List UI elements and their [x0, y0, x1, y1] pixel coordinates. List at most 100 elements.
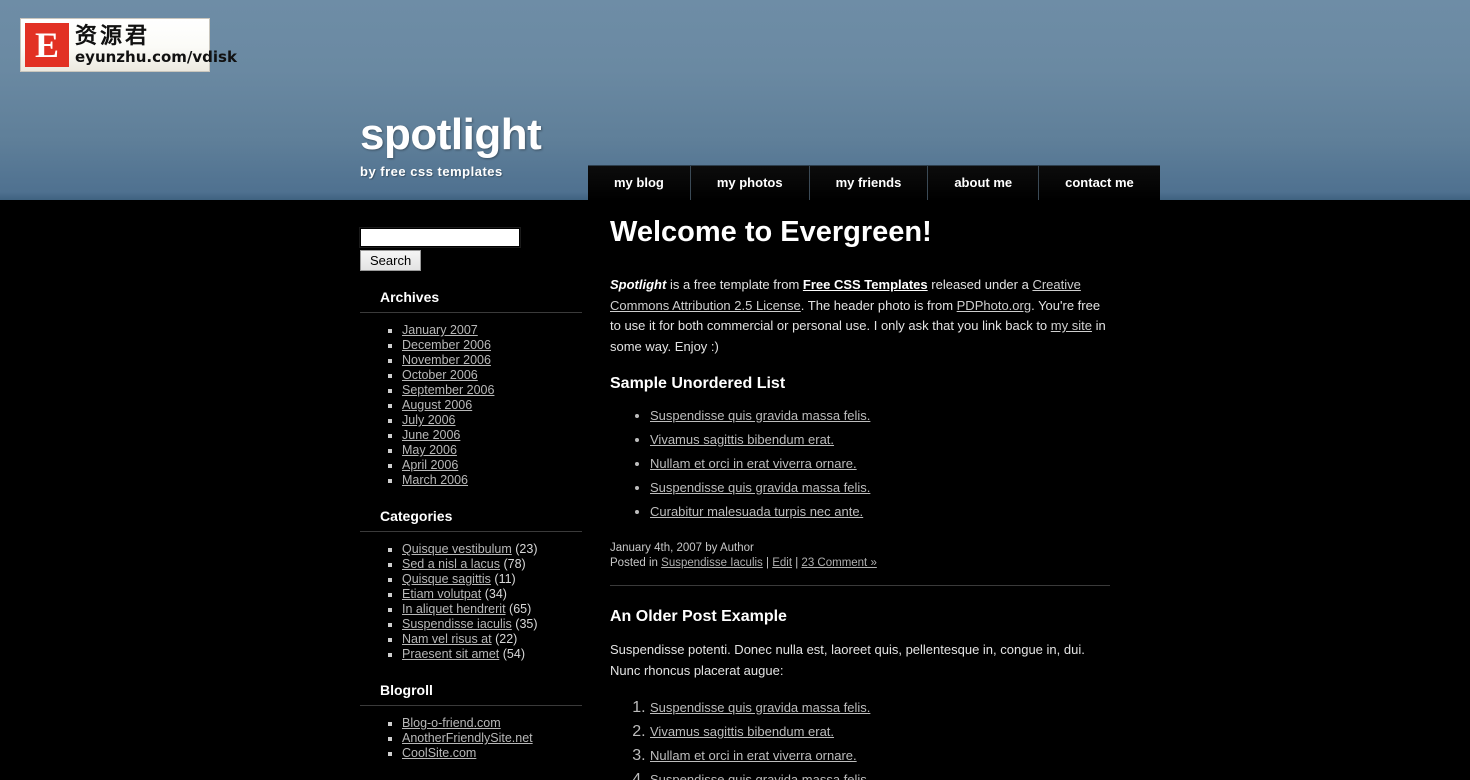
intro-text-1: is a free template from — [666, 277, 803, 292]
archive-link-july-2006[interactable]: July 2006 — [402, 413, 456, 427]
post-intro-paragraph: Spotlight is a free template from Free C… — [610, 275, 1110, 357]
list-item: Suspendisse quis gravida massa felis. — [650, 699, 1110, 717]
nav-item-my-photos[interactable]: my photos — [690, 166, 810, 200]
list-item: Suspendisse quis gravida massa felis. — [650, 407, 1110, 425]
category-count: (22) — [495, 632, 518, 646]
category-link-quisque-sagittis[interactable]: Quisque sagittis — [402, 572, 491, 586]
list-item: Suspendisse quis gravida massa felis. — [650, 479, 1110, 497]
list-item: May 2006 — [402, 443, 582, 458]
sidebar-block-blogroll: Blogroll Blog-o-friend.com AnotherFriend… — [360, 682, 582, 761]
category-count: (11) — [494, 572, 516, 586]
archive-link-september-2006[interactable]: September 2006 — [402, 383, 494, 397]
main-content: Welcome to Evergreen! Spotlight is a fre… — [610, 215, 1110, 780]
category-link-praesent-sit-amet[interactable]: Praesent sit amet — [402, 647, 499, 661]
list-item: July 2006 — [402, 413, 582, 428]
ol-link-3[interactable]: Nullam et orci in erat viverra ornare. — [650, 748, 857, 763]
archive-link-august-2006[interactable]: August 2006 — [402, 398, 472, 412]
logo-chinese-text: 资源君 — [75, 23, 151, 49]
meta-separator-1: | — [762, 557, 773, 569]
category-link-in-aliquet-hendrerit[interactable]: In aliquet hendrerit — [402, 602, 506, 616]
sidebar: Search Archives January 2007 December 20… — [359, 227, 582, 780]
link-my-site[interactable]: my site — [1051, 318, 1092, 333]
list-item: Nullam et orci in erat viverra ornare. — [650, 455, 1110, 473]
blogroll-list: Blog-o-friend.com AnotherFriendlySite.ne… — [360, 716, 582, 761]
list-item: Suspendisse quis gravida massa felis. — [650, 771, 1110, 780]
category-link-quisque-vestibulum[interactable]: Quisque vestibulum — [402, 542, 512, 556]
category-count: (54) — [502, 647, 525, 661]
blogroll-link-coolsite[interactable]: CoolSite.com — [402, 746, 476, 760]
list-item: Curabitur malesuada turpis nec ante. — [650, 503, 1110, 521]
ul-link-2[interactable]: Vivamus sagittis bibendum erat. — [650, 432, 834, 447]
categories-list: Quisque vestibulum (23) Sed a nisl a lac… — [360, 542, 582, 662]
category-link-etiam-volutpat[interactable]: Etiam volutpat — [402, 587, 481, 601]
ul-link-3[interactable]: Nullam et orci in erat viverra ornare. — [650, 456, 857, 471]
list-item: Vivamus sagittis bibendum erat. — [650, 723, 1110, 741]
nav-item-my-blog[interactable]: my blog — [588, 166, 691, 200]
sidebar-divider — [360, 705, 582, 706]
archive-link-may-2006[interactable]: May 2006 — [402, 443, 457, 457]
intro-text-3: . The header photo is from — [800, 297, 957, 313]
ul-link-4[interactable]: Suspendisse quis gravida massa felis. — [650, 480, 870, 495]
post-comments-link[interactable]: 23 Comment » — [801, 557, 876, 569]
sidebar-heading-archives: Archives — [380, 289, 440, 305]
archives-list: January 2007 December 2006 November 2006… — [360, 323, 582, 488]
list-item: December 2006 — [402, 338, 582, 353]
post-title-welcome: Welcome to Evergreen! — [610, 216, 932, 248]
link-pdphoto[interactable]: PDPhoto.org — [957, 298, 1031, 313]
archive-link-october-2006[interactable]: October 2006 — [402, 368, 478, 382]
post-divider — [610, 585, 1110, 586]
ul-link-1[interactable]: Suspendisse quis gravida massa felis. — [650, 408, 870, 423]
post-category-link[interactable]: Suspendisse Iaculis — [661, 557, 763, 569]
category-count: (34) — [484, 587, 507, 601]
sidebar-divider — [360, 531, 582, 532]
link-free-css-templates[interactable]: Free CSS Templates — [803, 277, 928, 292]
search-input[interactable] — [359, 227, 521, 248]
list-item: September 2006 — [402, 383, 582, 398]
list-item: Quisque sagittis (11) — [402, 572, 582, 587]
archive-link-march-2006[interactable]: March 2006 — [402, 473, 468, 487]
archive-link-december-2006[interactable]: December 2006 — [402, 338, 491, 352]
category-count: (78) — [503, 557, 526, 571]
nav-item-contact-me[interactable]: contact me — [1039, 166, 1160, 200]
archive-link-june-2006[interactable]: June 2006 — [402, 428, 460, 442]
list-item: Etiam volutpat (34) — [402, 587, 582, 602]
main-navigation: my blog my photos my friends about me co… — [588, 165, 1160, 200]
category-link-sed-a-nisl-a-lacus[interactable]: Sed a nisl a lacus — [402, 557, 500, 571]
logo-text-group: 资源君 eyunzhu.com/vdisk — [75, 23, 237, 66]
list-item: Quisque vestibulum (23) — [402, 542, 582, 557]
list-item: January 2007 — [402, 323, 582, 338]
nav-item-my-friends[interactable]: my friends — [809, 166, 929, 200]
post-date-author: January 4th, 2007 by Author — [610, 542, 754, 554]
category-link-nam-vel-risus-at[interactable]: Nam vel risus at — [402, 632, 492, 646]
post-edit-link[interactable]: Edit — [772, 557, 792, 569]
post-title-older-post: An Older Post Example — [610, 608, 787, 625]
search-button[interactable]: Search — [360, 250, 422, 271]
archive-link-april-2006[interactable]: April 2006 — [402, 458, 458, 472]
nav-item-about-me[interactable]: about me — [928, 166, 1040, 200]
sidebar-heading-blogroll: Blogroll — [380, 682, 433, 698]
list-item: April 2006 — [402, 458, 582, 473]
list-item: Sed a nisl a lacus (78) — [402, 557, 582, 572]
list-item: March 2006 — [402, 473, 582, 488]
page-title: spotlight — [360, 110, 542, 159]
ol-link-1[interactable]: Suspendisse quis gravida massa felis. — [650, 700, 870, 715]
sidebar-block-categories: Categories Quisque vestibulum (23) Sed a… — [360, 508, 582, 662]
ul-link-5[interactable]: Curabitur malesuada turpis nec ante. — [650, 504, 863, 519]
category-link-suspendisse-iaculis[interactable]: Suspendisse iaculis — [402, 617, 512, 631]
blogroll-link-blog-o-friend[interactable]: Blog-o-friend.com — [402, 716, 501, 730]
page-root: E 资源君 eyunzhu.com/vdisk spotlight by fre… — [0, 0, 1470, 780]
sidebar-block-archives: Archives January 2007 December 2006 Nove… — [360, 289, 582, 488]
archive-link-november-2006[interactable]: November 2006 — [402, 353, 491, 367]
archive-link-january-2007[interactable]: January 2007 — [402, 323, 478, 337]
post-meta-line-2: Posted in Suspendisse Iaculis | Edit | 2… — [610, 556, 1110, 571]
ol-link-2[interactable]: Vivamus sagittis bibendum erat. — [650, 724, 834, 739]
list-item: Nullam et orci in erat viverra ornare. — [650, 747, 1110, 765]
ol-link-4[interactable]: Suspendisse quis gravida massa felis. — [650, 772, 870, 780]
list-item: AnotherFriendlySite.net — [402, 731, 582, 746]
logo-url-text: eyunzhu.com/vdisk — [75, 47, 237, 66]
section-heading-sample-unordered-list: Sample Unordered List — [610, 375, 786, 392]
list-item: June 2006 — [402, 428, 582, 443]
blogroll-link-anotherfriendlysite[interactable]: AnotherFriendlySite.net — [402, 731, 533, 745]
post-meta: January 4th, 2007 by Author Posted in Su… — [610, 541, 1110, 571]
list-item: Nam vel risus at (22) — [402, 632, 582, 647]
